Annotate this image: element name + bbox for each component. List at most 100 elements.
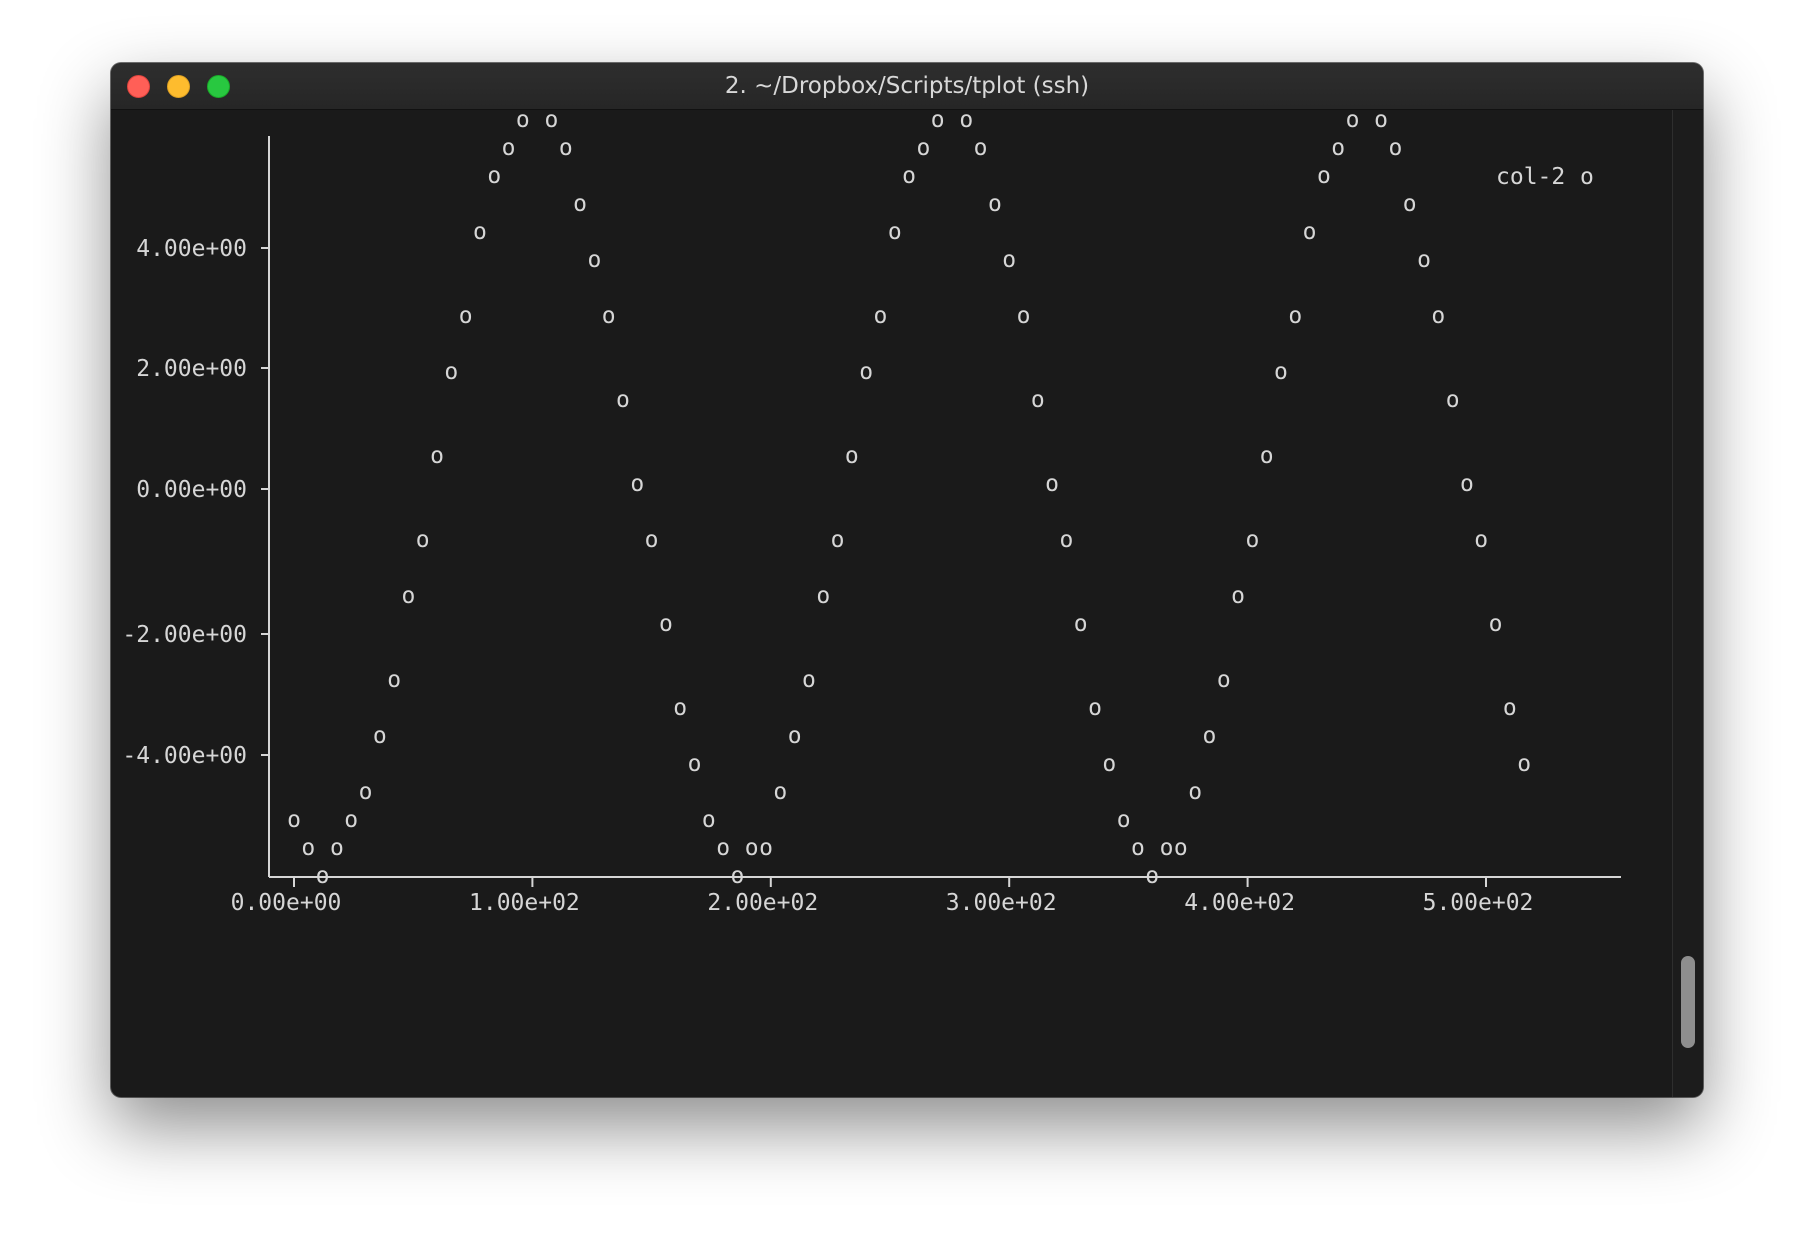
data-point: o: [1303, 219, 1317, 245]
data-point: o: [688, 751, 702, 777]
x-axis-ticks: 0.00e+00 1.00e+02 2.00e+02 3.00e+02 4.00e+02…: [231, 877, 1534, 916]
data-point: o: [1317, 163, 1331, 189]
data-point: o: [559, 135, 573, 161]
data-point: o: [344, 807, 358, 833]
data-point: o: [1045, 471, 1059, 497]
y-tick-label: -4.00e+00: [122, 743, 247, 769]
data-point: o: [1346, 110, 1360, 133]
data-point: o: [788, 723, 802, 749]
data-point: o: [1074, 611, 1088, 637]
data-point: o: [1446, 387, 1460, 413]
y-tick-label: -2.00e+00: [122, 622, 247, 648]
data-point: o: [487, 163, 501, 189]
y-tick-label: 4.00e+00: [136, 236, 247, 262]
data-point: o: [931, 110, 945, 133]
data-point: o: [1274, 359, 1288, 385]
data-point: o: [902, 163, 916, 189]
data-point: o: [1374, 110, 1388, 133]
x-tick-label: 1.00e+02: [469, 890, 580, 916]
data-point: o: [1474, 527, 1488, 553]
y-axis-ticks: 4.00e+00 2.00e+00 0.00e+00 -2.00e+00 -4.00e+…: [122, 236, 269, 769]
data-point: o: [459, 303, 473, 329]
data-point: o: [1431, 303, 1445, 329]
data-point: o: [1017, 303, 1031, 329]
data-point: o: [1231, 583, 1245, 609]
data-point: o: [1188, 779, 1202, 805]
data-point: o: [1517, 751, 1531, 777]
y-tick-label: 0.00e+00: [136, 477, 247, 503]
data-point: o: [545, 110, 559, 133]
data-point: o: [287, 807, 301, 833]
data-point: o: [831, 527, 845, 553]
data-point: o: [1059, 527, 1073, 553]
data-point: o: [730, 863, 744, 889]
data-point: o: [1160, 835, 1174, 861]
data-point: o: [1260, 443, 1274, 469]
data-point: o: [702, 807, 716, 833]
data-point: o: [330, 835, 344, 861]
data-point: o: [1031, 387, 1045, 413]
data-point: o: [301, 835, 315, 861]
scrollbar[interactable]: [1672, 110, 1703, 1097]
data-point: o: [974, 135, 988, 161]
data-point: o: [402, 583, 416, 609]
window-title: 2. ~/Dropbox/Scripts/tplot (ssh): [724, 73, 1090, 99]
legend-marker: o: [1580, 164, 1594, 190]
data-point: o: [630, 471, 644, 497]
data-point: o: [1388, 135, 1402, 161]
x-tick-label: 5.00e+02: [1423, 890, 1534, 916]
y-tick-label: 2.00e+00: [136, 356, 247, 382]
data-point: o: [316, 863, 330, 889]
data-point: o: [573, 191, 587, 217]
data-point: o: [1331, 135, 1345, 161]
data-point: o: [430, 443, 444, 469]
data-point: o: [516, 110, 530, 133]
ascii-scatter-plot: 4.00e+00 2.00e+00 0.00e+00 -2.00e+00 -4.00e+…: [122, 110, 1621, 916]
x-tick-label: 3.00e+02: [946, 890, 1057, 916]
data-point: o: [1489, 611, 1503, 637]
data-point: o: [959, 110, 973, 133]
data-point: o: [1288, 303, 1302, 329]
x-tick-label: 4.00e+02: [1184, 890, 1295, 916]
scrollbar-thumb[interactable]: [1681, 956, 1695, 1048]
data-point: o: [859, 359, 873, 385]
data-point: o: [745, 835, 759, 861]
data-point: o: [1117, 807, 1131, 833]
terminal-content[interactable]: 4.00e+00 2.00e+00 0.00e+00 -2.00e+00 -4.00e+…: [111, 110, 1703, 1097]
data-point: o: [645, 527, 659, 553]
data-point: o: [888, 219, 902, 245]
x-tick-label: 0.00e+00: [231, 890, 342, 916]
data-point: o: [502, 135, 516, 161]
data-point: o: [816, 583, 830, 609]
data-point: o: [616, 387, 630, 413]
data-point: o: [473, 219, 487, 245]
data-point: o: [416, 527, 430, 553]
data-point: o: [359, 779, 373, 805]
data-point: o: [773, 779, 787, 805]
x-tick-label: 2.00e+02: [707, 890, 818, 916]
data-point: o: [602, 303, 616, 329]
data-point: o: [1174, 835, 1188, 861]
data-point: o: [1203, 723, 1217, 749]
data-point: o: [1217, 667, 1231, 693]
data-point: o: [373, 723, 387, 749]
data-point: o: [988, 191, 1002, 217]
data-point: o: [802, 667, 816, 693]
data-point: o: [1245, 527, 1259, 553]
data-point: o: [1088, 695, 1102, 721]
data-point: o: [1503, 695, 1517, 721]
data-point: o: [1145, 863, 1159, 889]
data-point: o: [874, 303, 888, 329]
data-point: o: [1417, 247, 1431, 273]
title-bar[interactable]: 2. ~/Dropbox/Scripts/tplot (ssh): [111, 63, 1703, 110]
data-point: o: [387, 667, 401, 693]
data-point: o: [759, 835, 773, 861]
legend-label: col-2: [1496, 164, 1565, 190]
data-point: o: [1403, 191, 1417, 217]
data-point: o: [716, 835, 730, 861]
data-point: o: [587, 247, 601, 273]
terminal-window: 2. ~/Dropbox/Scripts/tplot (ssh) 4.00e+0…: [111, 63, 1703, 1097]
data-point: o: [1131, 835, 1145, 861]
data-point: o: [1002, 247, 1016, 273]
data-point: o: [444, 359, 458, 385]
